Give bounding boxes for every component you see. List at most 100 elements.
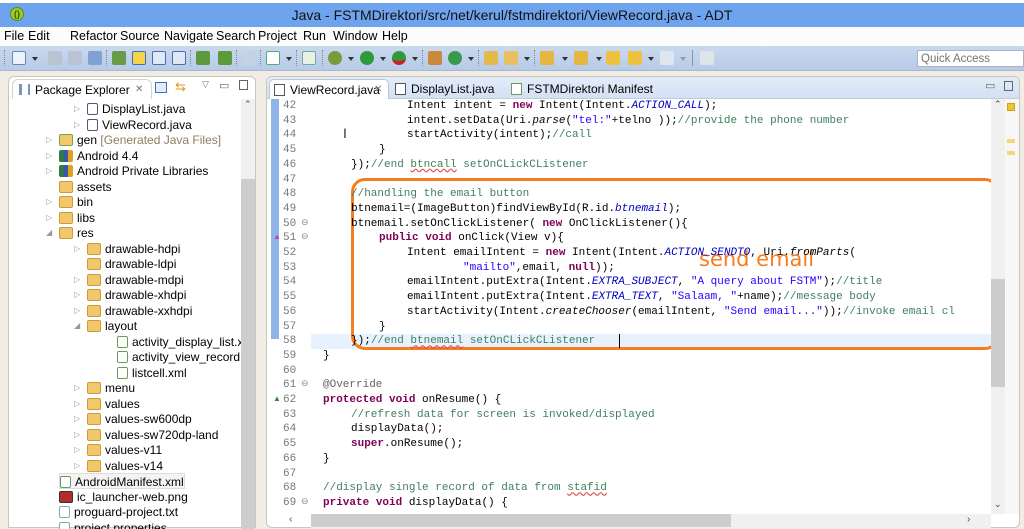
scrollbar-thumb[interactable] <box>311 514 731 527</box>
menu-refactor[interactable]: Refactor <box>70 29 117 43</box>
open-project-icon[interactable] <box>484 51 498 65</box>
expand-arrow-icon[interactable]: ▷ <box>74 287 80 303</box>
tree-item[interactable]: AndroidManifest.xml <box>59 473 185 489</box>
external-tools-icon[interactable] <box>392 51 406 65</box>
pin-editor-icon[interactable] <box>700 51 714 65</box>
collapse-arrow-icon[interactable]: ◢ <box>74 318 80 334</box>
menu-help[interactable]: Help <box>382 29 408 43</box>
tree-item[interactable]: ▷drawable-mdpi <box>87 272 184 288</box>
scrollbar-thumb[interactable] <box>241 179 255 529</box>
menu-project[interactable]: Project <box>258 29 297 43</box>
run-dropdown-icon[interactable] <box>380 57 386 61</box>
collapse-all-icon[interactable] <box>155 82 167 93</box>
tab-manifest[interactable]: FSTMDirektori Manifest <box>507 79 657 99</box>
tree-item[interactable]: ▷drawable-hdpi <box>87 241 180 257</box>
forward-dropdown-icon[interactable] <box>680 57 686 61</box>
tree-item[interactable]: ▷values-sw720dp-land <box>87 427 218 443</box>
scroll-up-icon[interactable]: ⌃ <box>244 99 252 110</box>
pencil-icon[interactable] <box>504 51 518 65</box>
avd-manager-icon[interactable] <box>218 51 232 65</box>
expand-arrow-icon[interactable]: ▷ <box>74 101 80 117</box>
debug-icon[interactable] <box>328 51 342 65</box>
last-edit-icon[interactable] <box>606 51 620 65</box>
scroll-right-icon[interactable]: › <box>967 514 970 525</box>
collapse-arrow-icon[interactable]: ◢ <box>46 225 52 241</box>
print-icon[interactable] <box>88 51 102 65</box>
maximize-icon[interactable] <box>1004 81 1013 91</box>
new-java-class-icon[interactable] <box>448 51 462 65</box>
tree-item[interactable]: ▷menu <box>87 380 135 396</box>
tree-item[interactable]: drawable-ldpi <box>87 256 176 272</box>
show-whitespace-icon[interactable] <box>172 51 186 65</box>
scrollbar-thumb[interactable] <box>991 279 1005 387</box>
menu-source[interactable]: Source <box>120 29 160 43</box>
close-icon[interactable]: ✕ <box>135 84 143 95</box>
save-all-icon[interactable] <box>68 51 82 65</box>
expand-arrow-icon[interactable]: ▷ <box>46 163 52 179</box>
expand-arrow-icon[interactable]: ▷ <box>46 210 52 226</box>
menu-navigate[interactable]: Navigate <box>164 29 213 43</box>
new-java-package-icon[interactable] <box>428 51 442 65</box>
forward-icon[interactable] <box>660 51 674 65</box>
skip-breakpoints-icon[interactable] <box>242 51 256 65</box>
link-with-editor-icon[interactable]: ⇆ <box>175 79 186 95</box>
new-android-xml-icon[interactable] <box>302 51 316 65</box>
back-dropdown-icon[interactable] <box>648 57 654 61</box>
expand-arrow-icon[interactable]: ▷ <box>46 194 52 210</box>
expand-arrow-icon[interactable]: ▷ <box>74 458 80 474</box>
editor-horizontal-scrollbar[interactable]: ‹ › <box>311 514 991 528</box>
new-dropdown-icon[interactable] <box>32 57 38 61</box>
tree-item[interactable]: ▷libs <box>59 210 95 226</box>
fold-icon[interactable]: ⊖ <box>301 378 309 389</box>
minimize-icon[interactable]: ▭ <box>219 79 229 92</box>
tree-item[interactable]: assets <box>59 179 112 195</box>
tree-item[interactable]: ▷DisplayList.java <box>87 101 185 117</box>
expand-arrow-icon[interactable]: ▷ <box>74 303 80 319</box>
warning-marker[interactable] <box>1007 151 1015 155</box>
menu-file[interactable]: File <box>4 29 24 43</box>
tree-item[interactable]: ◢res <box>59 225 94 241</box>
next-annotation-icon[interactable] <box>540 51 554 65</box>
warning-marker[interactable] <box>1007 139 1015 143</box>
expand-arrow-icon[interactable]: ▷ <box>46 148 52 164</box>
menu-run[interactable]: Run <box>303 29 326 43</box>
tree-item[interactable]: ▷values-v11 <box>87 442 162 458</box>
tab-viewrecord-java[interactable]: ViewRecord.java ✕ <box>269 79 389 99</box>
tree-item[interactable]: proguard-project.txt <box>59 504 178 520</box>
fold-icon[interactable]: ⊖ <box>301 496 309 507</box>
tree-item[interactable]: listcell.xml <box>117 365 187 381</box>
save-icon[interactable] <box>48 51 62 65</box>
sdk-manager-icon[interactable] <box>196 51 210 65</box>
tree-item[interactable]: activity_display_list.xml <box>117 334 241 350</box>
expand-arrow-icon[interactable]: ▷ <box>74 380 80 396</box>
warning-summary-icon[interactable] <box>1007 103 1015 111</box>
menu-search[interactable]: Search <box>216 29 256 43</box>
tree-item[interactable]: ▷drawable-xxhdpi <box>87 303 192 319</box>
task-dropdown-icon[interactable] <box>286 57 292 61</box>
expand-arrow-icon[interactable]: ▷ <box>74 427 80 443</box>
tab-displaylist-java[interactable]: DisplayList.java <box>391 79 501 99</box>
tree-item[interactable]: activity_view_record.xml <box>117 349 241 365</box>
scroll-up-icon[interactable]: ⌃ <box>994 99 1002 110</box>
scroll-left-icon[interactable]: ‹ <box>289 514 292 525</box>
next-annotation-dropdown-icon[interactable] <box>562 57 568 61</box>
external-tools-dropdown-icon[interactable] <box>412 57 418 61</box>
fold-icon[interactable]: ⊖ <box>301 231 309 242</box>
maximize-icon[interactable] <box>239 80 248 90</box>
tree-item[interactable]: ▷Android 4.4 <box>59 148 138 164</box>
tree-item[interactable]: ▷values <box>87 396 140 412</box>
view-menu-icon[interactable]: ▽ <box>202 79 209 90</box>
tree-item[interactable]: ◢layout <box>87 318 137 334</box>
close-icon[interactable]: ✕ <box>374 84 382 95</box>
minimize-icon[interactable]: ▭ <box>985 79 995 92</box>
new-icon[interactable] <box>12 51 26 65</box>
tree-item[interactable]: ▷gen [Generated Java Files] <box>59 132 221 148</box>
task-icon[interactable] <box>266 51 280 65</box>
prev-annotation-dropdown-icon[interactable] <box>596 57 602 61</box>
package-explorer-scrollbar[interactable]: ⌃ <box>241 99 255 529</box>
expand-arrow-icon[interactable]: ▷ <box>74 396 80 412</box>
run-icon[interactable] <box>360 51 374 65</box>
toggle-mark-occurrences-icon[interactable] <box>132 51 146 65</box>
expand-arrow-icon[interactable]: ▷ <box>74 272 80 288</box>
expand-arrow-icon[interactable]: ▷ <box>74 117 80 133</box>
